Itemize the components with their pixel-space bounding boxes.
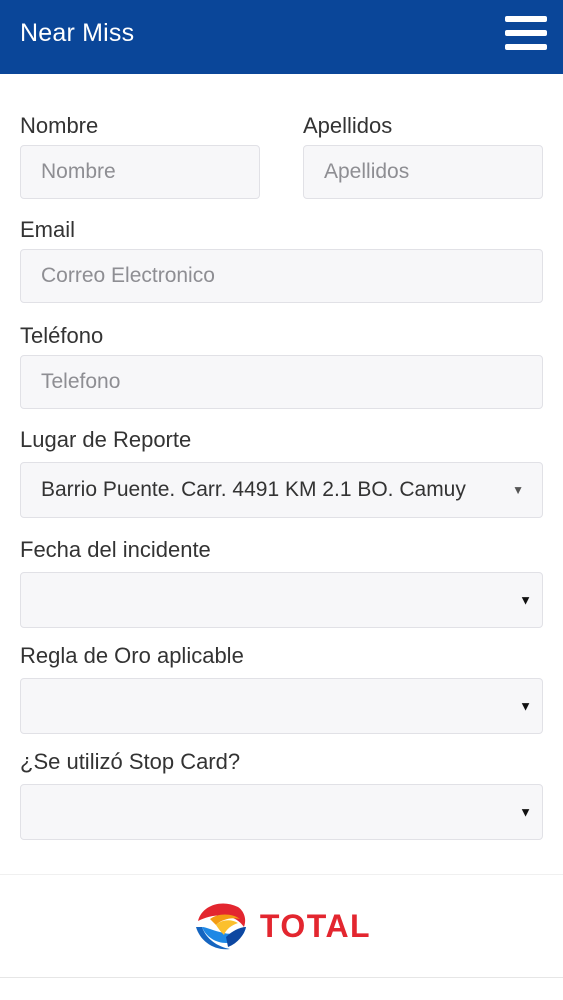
caret-down-icon: ▼ xyxy=(519,698,532,714)
email-label: Email xyxy=(20,217,76,242)
last-name-label: Apellidos xyxy=(303,113,393,138)
footer-brand: TOTAL xyxy=(0,874,563,978)
first-name-group: Nombre xyxy=(20,110,260,200)
phone-input[interactable] xyxy=(20,355,543,409)
golden-rule-group: Regla de Oro aplicable ▼ xyxy=(20,640,543,734)
phone-label: Teléfono xyxy=(20,323,104,348)
menu-bar xyxy=(505,30,547,36)
hamburger-menu-icon[interactable] xyxy=(505,16,547,50)
location-group: Lugar de Reporte Barrio Puente. Carr. 44… xyxy=(20,424,543,518)
app-header: Near Miss xyxy=(0,0,563,74)
menu-bar xyxy=(505,44,547,50)
first-name-input[interactable] xyxy=(20,145,260,199)
last-name-group: Apellidos xyxy=(303,110,543,200)
caret-down-icon: ▼ xyxy=(519,592,532,608)
brand-name: TOTAL xyxy=(259,907,372,944)
phone-group: Teléfono xyxy=(20,320,543,410)
last-name-input[interactable] xyxy=(303,145,543,199)
location-selected-value: Barrio Puente. Carr. 4491 KM 2.1 BO. Cam… xyxy=(41,478,466,501)
incident-date-select[interactable]: ▼ xyxy=(20,572,543,628)
stop-card-group: ¿Se utilizó Stop Card? ▼ xyxy=(20,746,543,840)
stop-card-label: ¿Se utilizó Stop Card? xyxy=(20,749,241,774)
name-row: Nombre Apellidos xyxy=(20,110,543,200)
golden-rule-label: Regla de Oro aplicable xyxy=(20,643,244,668)
email-input[interactable] xyxy=(20,249,543,303)
email-group: Email xyxy=(20,214,543,304)
total-logo: TOTAL xyxy=(192,897,371,955)
near-miss-form: Nombre Apellidos Email Teléfono Lugar de… xyxy=(20,110,543,840)
page-title: Near Miss xyxy=(20,18,135,47)
golden-rule-select[interactable]: ▼ xyxy=(20,678,543,734)
caret-down-icon: ▼ xyxy=(512,483,524,497)
location-label: Lugar de Reporte xyxy=(20,427,192,452)
menu-bar xyxy=(505,16,547,22)
caret-down-icon: ▼ xyxy=(519,804,532,820)
first-name-label: Nombre xyxy=(20,113,99,138)
stop-card-select[interactable]: ▼ xyxy=(20,784,543,840)
location-select[interactable]: Barrio Puente. Carr. 4491 KM 2.1 BO. Cam… xyxy=(20,462,543,518)
total-logo-icon xyxy=(194,900,247,952)
incident-date-label: Fecha del incidente xyxy=(20,537,211,562)
incident-date-group: Fecha del incidente ▼ xyxy=(20,534,543,628)
